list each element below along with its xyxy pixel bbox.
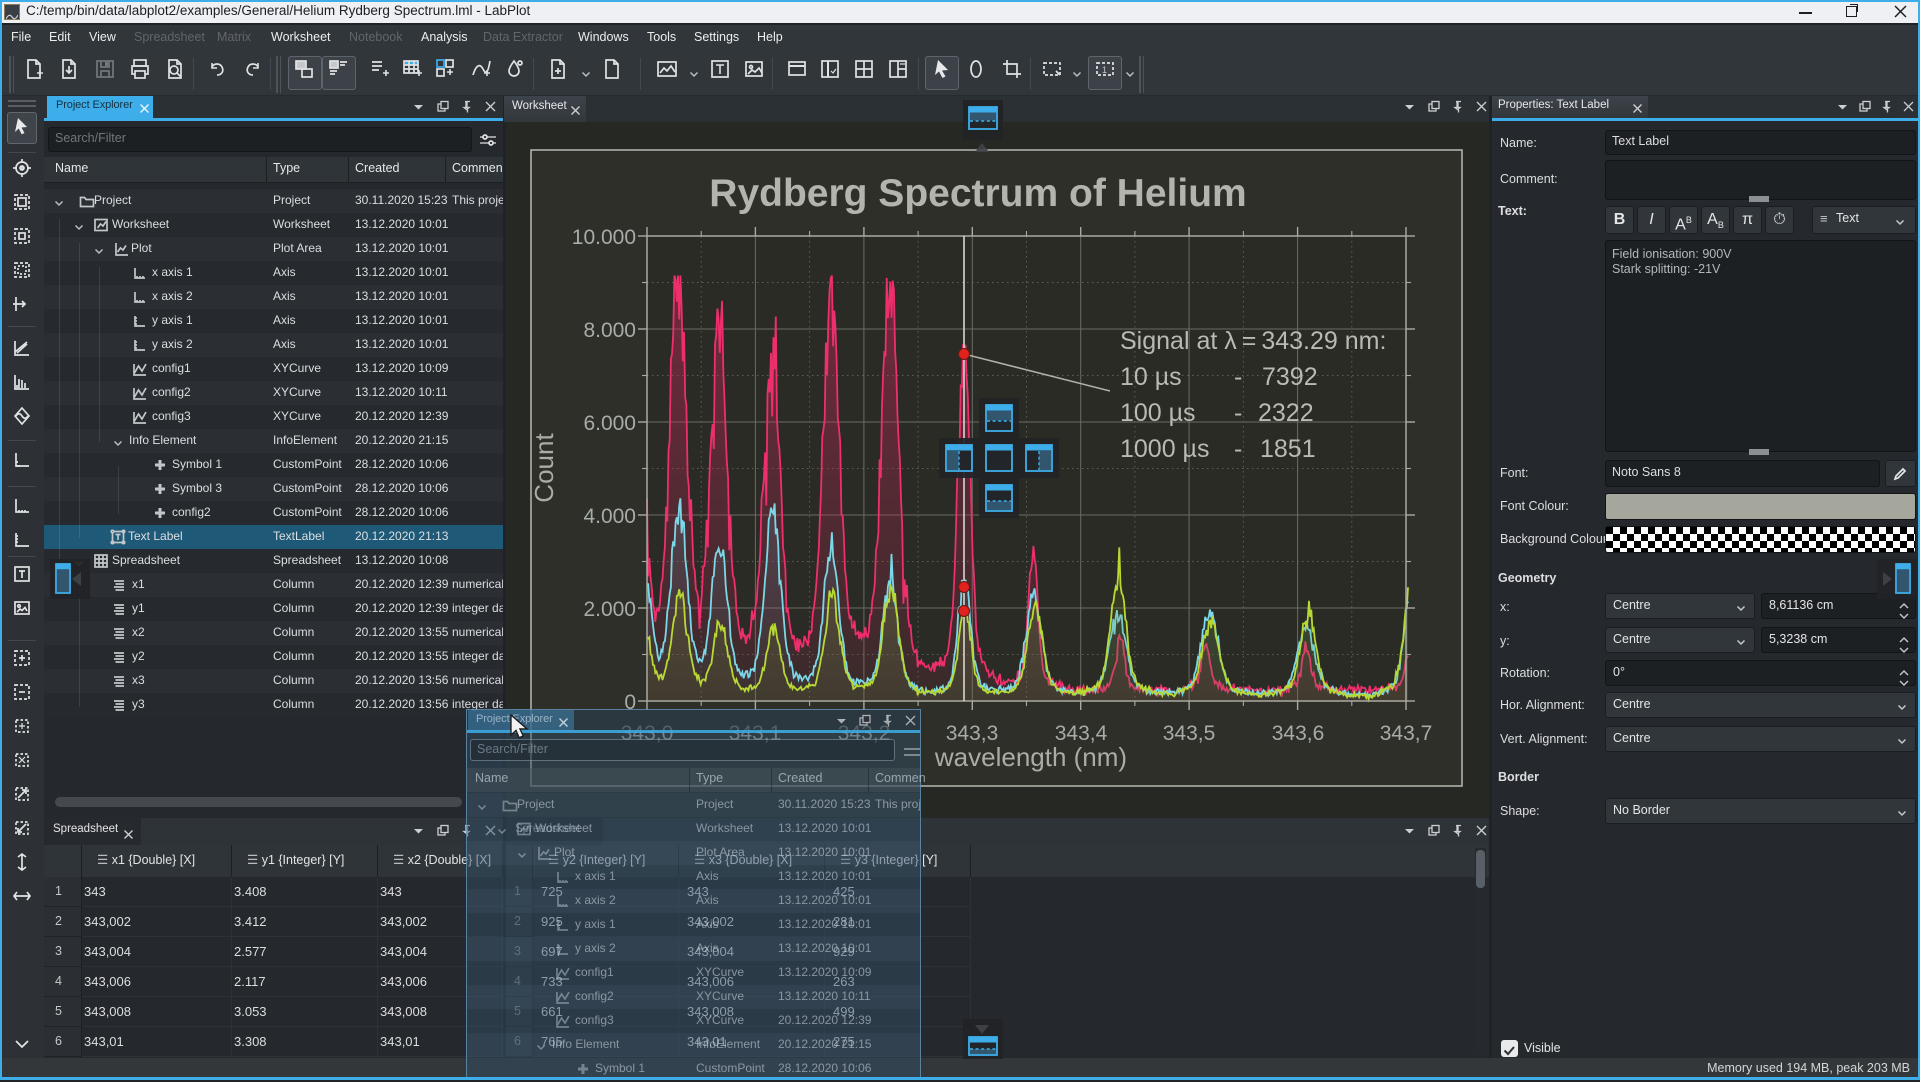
svg-text:Rydberg Spectrum of Helium: Rydberg Spectrum of Helium	[709, 172, 1246, 215]
svg-text:343,7: 343,7	[1380, 722, 1433, 745]
svg-text:10 µs: 10 µs	[1120, 363, 1182, 391]
svg-text:1: 1	[1102, 65, 1107, 75]
svg-text:Signal at λ = 343.29 nm:: Signal at λ = 343.29 nm:	[1120, 327, 1386, 355]
svg-text:wavelength (nm): wavelength (nm)	[934, 742, 1127, 772]
svg-text:2.000: 2.000	[583, 598, 636, 621]
svg-text:-: -	[1234, 435, 1242, 463]
svg-text:6.000: 6.000	[583, 412, 636, 435]
svg-text:-: -	[1234, 399, 1242, 427]
svg-text:7392: 7392	[1262, 363, 1318, 391]
svg-text:100 µs: 100 µs	[1120, 399, 1196, 427]
svg-text:Count: Count	[529, 433, 559, 503]
svg-text:10.000: 10.000	[572, 226, 636, 249]
svg-text:1851: 1851	[1260, 435, 1316, 463]
svg-text:1000 µs: 1000 µs	[1120, 435, 1209, 463]
svg-text:8.000: 8.000	[583, 319, 636, 342]
svg-text:4.000: 4.000	[583, 505, 636, 528]
svg-text:343,5: 343,5	[1163, 722, 1216, 745]
svg-text:343,6: 343,6	[1272, 722, 1325, 745]
svg-text:2322: 2322	[1258, 399, 1314, 427]
svg-text:-: -	[1234, 363, 1242, 391]
